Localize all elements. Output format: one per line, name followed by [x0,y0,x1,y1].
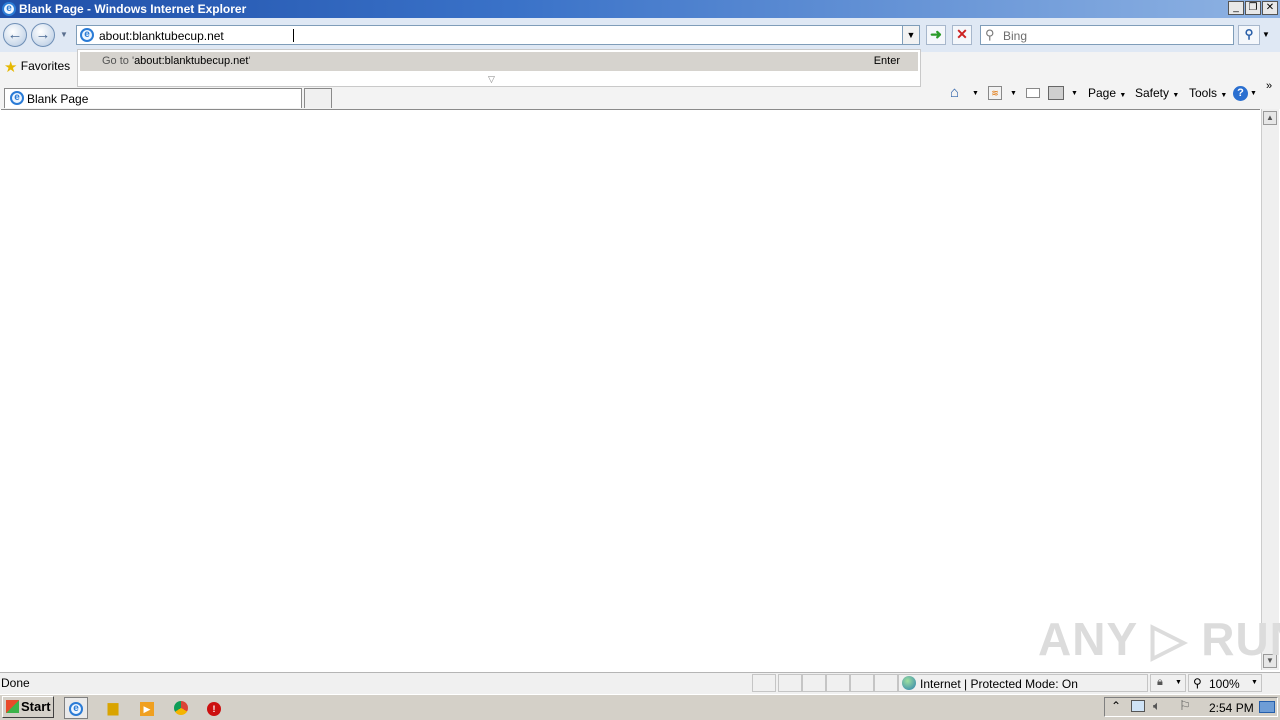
favorites-label: Favorites [20,59,71,73]
forward-icon: → [35,26,51,43]
goto-text: Go to 'about:blanktubecup.net' [102,55,251,67]
tab-ie-icon: e [10,91,24,105]
vertical-scrollbar[interactable] [1261,109,1279,670]
address-dropdown-button[interactable]: ▼ [902,26,919,44]
go-button[interactable]: ➜ [926,25,946,45]
minimize-button[interactable]: _ [1228,1,1244,15]
print-icon[interactable] [1048,86,1064,100]
search-button[interactable]: ⚲ [1238,25,1260,45]
taskbar-chrome-icon[interactable] [170,697,192,717]
expand-chevron-icon[interactable]: ▽ [488,74,495,85]
security-zone-panel[interactable]: Internet | Protected Mode: On [898,674,1148,692]
address-bar[interactable]: e about:blanktubecup.net ▼ [76,25,920,45]
close-window-button[interactable]: ✕ [1262,1,1278,15]
feeds-icon[interactable]: ≋ [988,86,1002,100]
stop-button[interactable]: ✕ [952,25,972,45]
zoom-control[interactable]: ⚲ 100% ▼ [1188,674,1262,692]
refresh-icon: ➜ [930,26,942,42]
taskbar [0,694,1280,720]
print-dropdown-icon[interactable]: ▼ [1071,90,1078,97]
anyrun-watermark: ANY ▷ RUN [1038,613,1280,665]
tools-menu[interactable]: Tools ▼ [1189,86,1227,100]
status-panel [802,674,826,692]
system-tray: ⌃ 🔈︎ ⚐ 2:54 PM [1104,697,1278,717]
enter-hint: Enter [873,55,900,67]
back-button[interactable]: ← [3,23,27,47]
start-button[interactable]: Start [2,696,54,718]
home-dropdown-icon[interactable]: ▼ [972,90,979,97]
ie-icon: e [2,2,16,16]
page-menu[interactable]: Page ▼ [1088,86,1126,100]
windows-logo-icon [6,700,19,713]
tab-blank-page[interactable]: e Blank Page [4,88,302,108]
search-box[interactable]: ⚲ Bing [980,25,1234,45]
taskbar-explorer-icon[interactable]: ▆ [102,697,124,717]
new-tab-button[interactable] [304,88,332,108]
zoom-dropdown-icon: ▼ [1251,679,1258,686]
home-icon[interactable]: ⌂ [950,84,959,101]
search-icon: ⚲ [985,27,995,42]
lock-icon: 🔒︎ [1157,676,1163,688]
search-input[interactable]: Bing [1003,29,1027,43]
favorites-button[interactable]: ★ Favorites [4,58,70,76]
mail-icon[interactable] [1026,88,1040,98]
status-panel [752,674,776,692]
feeds-dropdown-icon[interactable]: ▼ [1010,90,1017,97]
search-options-icon[interactable]: ▼ [1262,30,1270,39]
magnifier-icon: ⚲ [1244,27,1254,41]
taskbar-ie-icon[interactable]: e [64,697,88,719]
goto-url: about:blanktubecup.net [134,55,249,67]
help-dropdown-icon[interactable]: ▼ [1250,90,1257,97]
help-icon[interactable]: ? [1233,86,1248,101]
window-title: Blank Page - Windows Internet Explorer [19,2,247,16]
network-icon[interactable] [1131,700,1145,712]
volume-icon[interactable]: 🔈︎ [1153,698,1161,714]
taskbar-opera-icon[interactable]: ! [203,697,225,717]
back-icon: ← [7,26,23,43]
security-zone-text: Internet | Protected Mode: On [920,677,1078,691]
stop-icon: ✕ [956,26,968,42]
status-panel [778,674,802,692]
tab-label: Blank Page [27,92,89,106]
status-text: Done [1,676,30,690]
text-caret [293,29,294,42]
zoom-icon: ⚲ [1193,676,1202,690]
taskbar-media-player-icon[interactable]: ▶ [136,697,158,717]
zone-dropdown-icon: ▼ [1175,679,1182,686]
zoom-level: 100% [1209,677,1240,691]
show-hidden-icons-icon[interactable]: ⌃ [1111,699,1121,713]
page-icon: e [80,28,94,42]
scroll-up-icon[interactable]: ▲ [1263,111,1277,125]
status-panel [826,674,850,692]
start-label: Start [21,699,51,714]
title-bar: e Blank Page - Windows Internet Explorer… [0,0,1280,18]
restore-button[interactable]: ❐ [1245,1,1261,15]
address-autocomplete: Go to 'about:blanktubecup.net' Enter ▽ [77,49,921,87]
action-center-flag-icon[interactable]: ⚐ [1179,698,1191,714]
clock[interactable]: 2:54 PM [1209,701,1254,715]
protected-mode-panel[interactable]: 🔒︎ ▼ [1150,674,1186,692]
globe-icon [902,676,916,690]
safety-menu[interactable]: Safety ▼ [1135,86,1179,100]
page-content[interactable] [1,109,1260,671]
forward-button[interactable]: → [31,23,55,47]
show-desktop-icon[interactable] [1259,701,1275,713]
goto-suggestion[interactable]: Go to 'about:blanktubecup.net' Enter [80,52,918,71]
chevron-more-icon[interactable]: » [1266,80,1272,92]
history-dropdown-icon[interactable]: ▼ [60,30,68,39]
address-input[interactable]: about:blanktubecup.net [99,29,224,43]
status-panel [874,674,898,692]
status-panel [850,674,874,692]
star-icon: ★ [4,59,18,76]
